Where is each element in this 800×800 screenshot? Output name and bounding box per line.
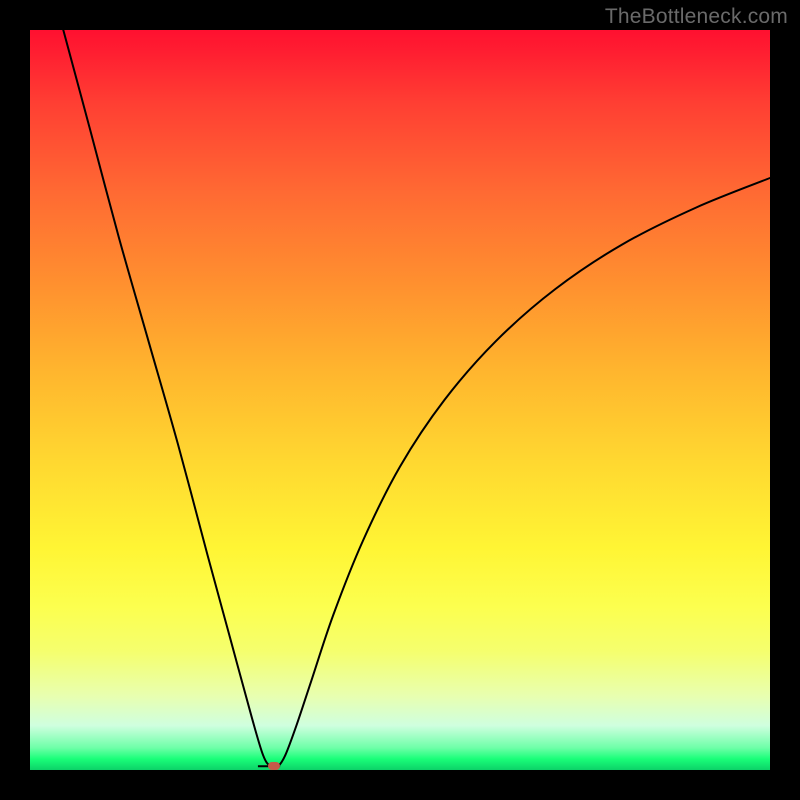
bottleneck-curve	[63, 30, 770, 768]
optimal-point-marker	[268, 762, 280, 770]
curve-svg	[30, 30, 770, 770]
plot-area	[30, 30, 770, 770]
watermark-text: TheBottleneck.com	[605, 5, 788, 29]
chart-frame: TheBottleneck.com	[0, 0, 800, 800]
